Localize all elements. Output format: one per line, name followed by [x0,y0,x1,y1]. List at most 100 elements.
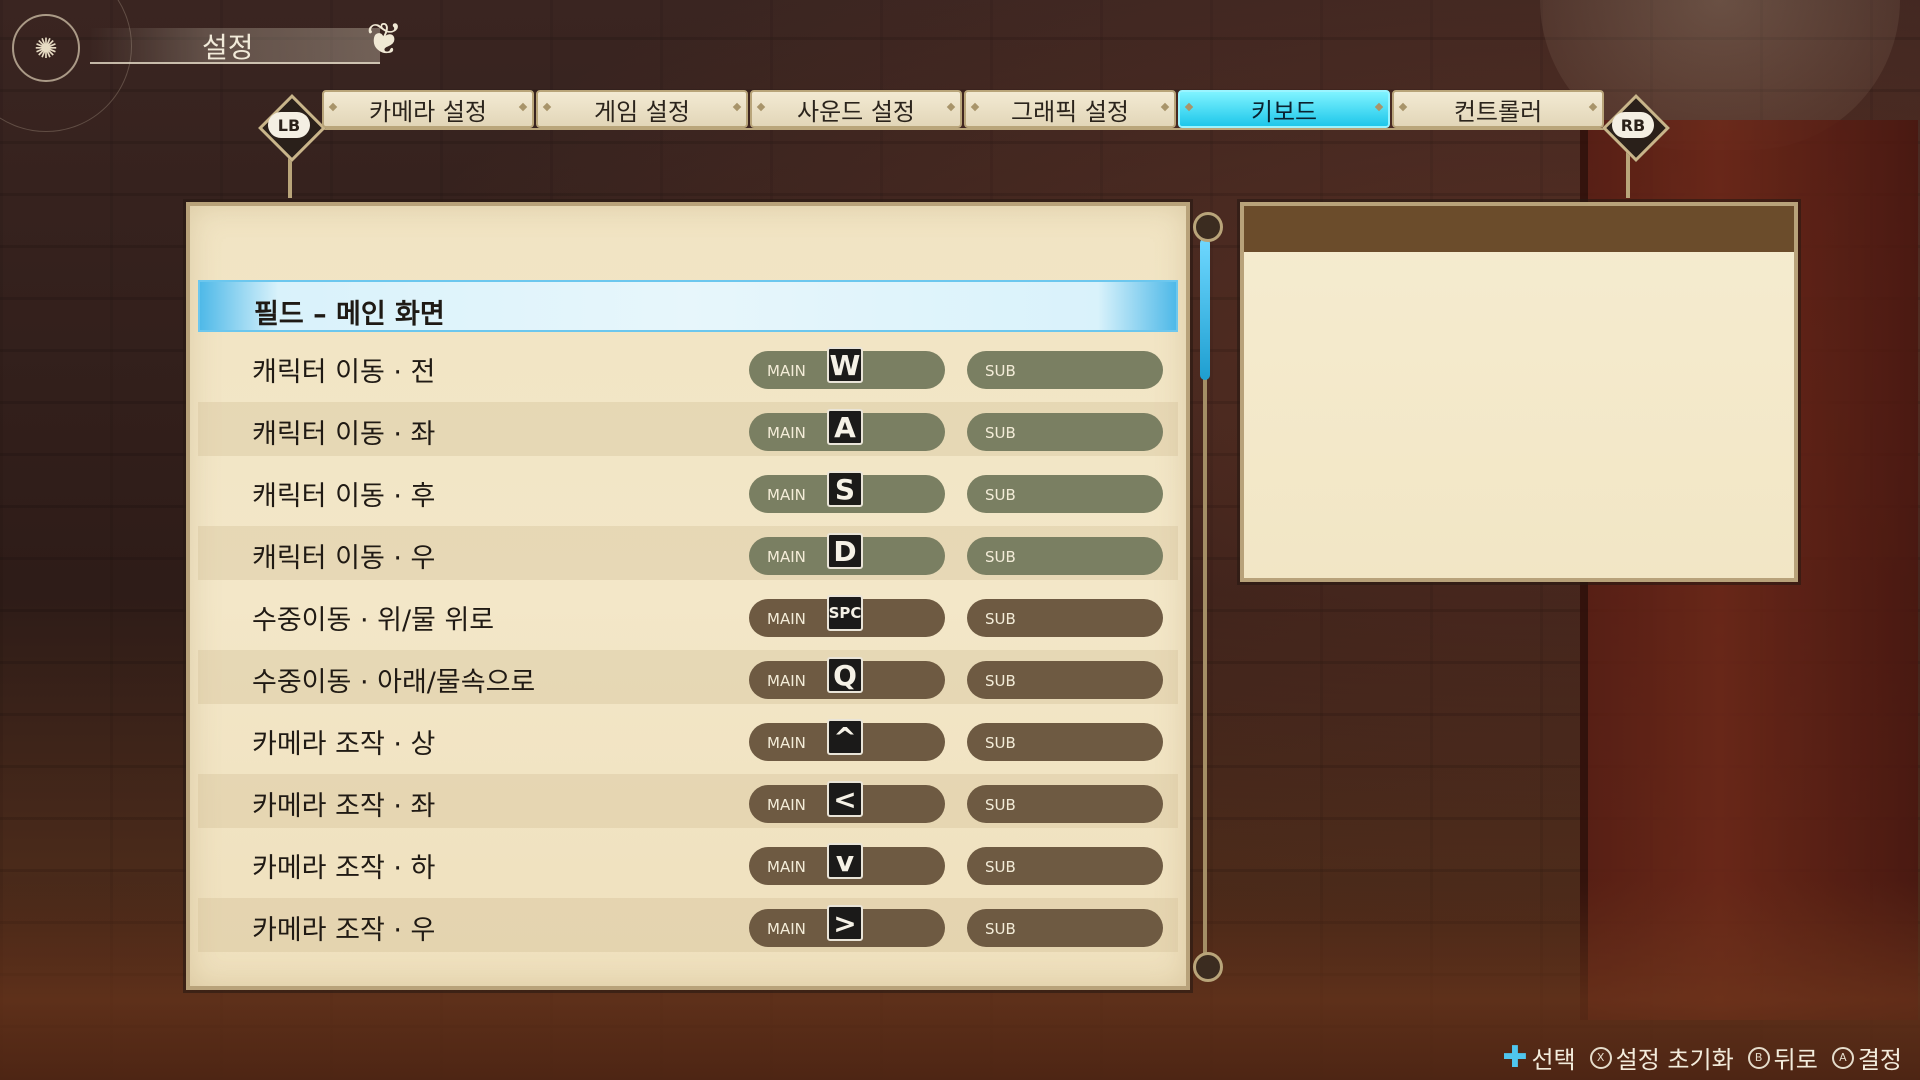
hint-confirm[interactable]: A 결정 [1831,1040,1902,1075]
main-tag: MAIN [767,920,806,938]
sub-tag: SUB [985,610,1016,628]
sub-key-slot[interactable]: SUB [967,661,1163,699]
keycap-d: D [827,533,863,569]
tab-gem-icon [756,102,766,112]
binding-label: 카메라 조작 · 좌 [252,791,436,822]
main-key-slot[interactable]: MAIN ^ [749,719,945,761]
sub-key-slot[interactable]: SUB [967,909,1163,947]
b-button-icon: B [1747,1046,1770,1069]
tab-gem-icon [1398,102,1408,112]
rb-bumper-button[interactable]: RB [1612,112,1654,138]
main-key-slot[interactable]: MAIN SPC [749,595,945,637]
keycap-q: Q [827,657,863,693]
sub-tag: SUB [985,486,1016,504]
sub-key-slot[interactable]: SUB [967,537,1163,575]
keycap-space: SPC [827,595,863,631]
hint-back-label: 뒤로 [1773,1046,1818,1074]
sub-tag: SUB [985,424,1016,442]
sub-key-slot[interactable]: SUB [967,475,1163,513]
description-panel [1240,202,1798,582]
hint-reset[interactable]: X 설정 초기화 [1589,1040,1734,1075]
sub-tag: SUB [985,362,1016,380]
section-header-field-main[interactable]: 필드 – 메인 화면 [198,280,1178,332]
settings-emblem-icon: ✺ [12,14,80,82]
tab-controller[interactable]: 컨트롤러 [1392,90,1604,128]
sub-tag: SUB [985,796,1016,814]
binding-label: 캐릭터 이동 · 우 [252,543,436,574]
binding-row[interactable]: 수중이동 · 위/물 위로 MAIN SPC SUB [198,588,1178,642]
sub-key-slot[interactable]: SUB [967,599,1163,637]
sub-key-slot[interactable]: SUB [967,847,1163,885]
hint-select-label: 선택 [1531,1046,1576,1074]
tab-game-settings[interactable]: 게임 설정 [536,90,748,128]
binding-row[interactable]: 캐릭터 이동 · 후 MAIN S SUB [198,464,1178,518]
main-tag: MAIN [767,548,806,566]
hint-confirm-label: 결정 [1857,1046,1902,1074]
binding-label: 수중이동 · 위/물 위로 [252,605,495,636]
main-key-slot[interactable]: MAIN < [749,781,945,823]
tab-gem-icon [1374,102,1384,112]
main-key-slot[interactable]: MAIN v [749,843,945,885]
binding-label: 캐릭터 이동 · 후 [252,481,436,512]
button-hint-bar: ✚ 선택 X 설정 초기화 B 뒤로 A 결정 [1496,1040,1902,1075]
sub-key-slot[interactable]: SUB [967,785,1163,823]
arrow-right-icon: > [827,905,863,941]
sub-tag: SUB [985,734,1016,752]
tab-label: 사운드 설정 [796,97,916,126]
x-button-icon: X [1589,1046,1612,1069]
tab-gem-icon [1588,102,1598,112]
lb-bumper-button[interactable]: LB [268,112,310,138]
tab-gem-icon [542,102,552,112]
main-tag: MAIN [767,672,806,690]
keycap-a: A [827,409,863,445]
section-title: 필드 – 메인 화면 [254,299,445,330]
binding-label: 카메라 조작 · 하 [252,853,436,884]
binding-label: 캐릭터 이동 · 좌 [252,419,436,450]
hint-select: ✚ 선택 [1502,1040,1575,1075]
tab-sound-settings[interactable]: 사운드 설정 [750,90,962,128]
hint-reset-label: 설정 초기화 [1615,1046,1734,1074]
dpad-icon: ✚ [1502,1039,1528,1075]
binding-row[interactable]: 캐릭터 이동 · 우 MAIN D SUB [198,526,1178,580]
scrollbar-thumb[interactable] [1200,238,1210,380]
page-title: 설정 [202,31,254,64]
binding-row[interactable]: 카메라 조작 · 하 MAIN v SUB [198,836,1178,890]
main-tag: MAIN [767,424,806,442]
main-key-slot[interactable]: MAIN A [749,409,945,451]
keycap-w: W [827,347,863,383]
main-tag: MAIN [767,796,806,814]
main-key-slot[interactable]: MAIN D [749,533,945,575]
tab-keyboard[interactable]: 키보드 [1178,90,1390,128]
sub-key-slot[interactable]: SUB [967,723,1163,761]
tab-label: 컨트롤러 [1453,97,1543,126]
tab-camera-settings[interactable]: 카메라 설정 [322,90,534,128]
main-key-slot[interactable]: MAIN S [749,471,945,513]
scrollbar-top-ornament-icon [1193,212,1223,242]
main-key-slot[interactable]: MAIN Q [749,657,945,699]
binding-label: 카메라 조작 · 상 [252,729,436,760]
tab-gem-icon [518,102,528,112]
hint-back[interactable]: B 뒤로 [1747,1040,1818,1075]
main-key-slot[interactable]: MAIN > [749,905,945,947]
arrow-down-icon: v [827,843,863,879]
main-tag: MAIN [767,734,806,752]
binding-label: 수중이동 · 아래/물속으로 [252,667,536,698]
binding-row[interactable]: 캐릭터 이동 · 좌 MAIN A SUB [198,402,1178,456]
tab-gem-icon [970,102,980,112]
tab-graphics-settings[interactable]: 그래픽 설정 [964,90,1176,128]
sub-tag: SUB [985,548,1016,566]
sub-tag: SUB [985,920,1016,938]
binding-row[interactable]: 카메라 조작 · 상 MAIN ^ SUB [198,712,1178,766]
tab-gem-icon [1160,102,1170,112]
sub-key-slot[interactable]: SUB [967,351,1163,389]
tab-label: 그래픽 설정 [1010,97,1130,126]
main-key-slot[interactable]: MAIN W [749,347,945,389]
arrow-up-icon: ^ [827,719,863,755]
binding-row[interactable]: 캐릭터 이동 · 전 MAIN W SUB [198,340,1178,394]
binding-row[interactable]: 수중이동 · 아래/물속으로 MAIN Q SUB [198,650,1178,704]
binding-row[interactable]: 카메라 조작 · 좌 MAIN < SUB [198,774,1178,828]
binding-label: 카메라 조작 · 우 [252,915,436,946]
binding-row[interactable]: 카메라 조작 · 우 MAIN > SUB [198,898,1178,952]
sub-key-slot[interactable]: SUB [967,413,1163,451]
scrollbar-bottom-ornament-icon [1193,952,1223,982]
